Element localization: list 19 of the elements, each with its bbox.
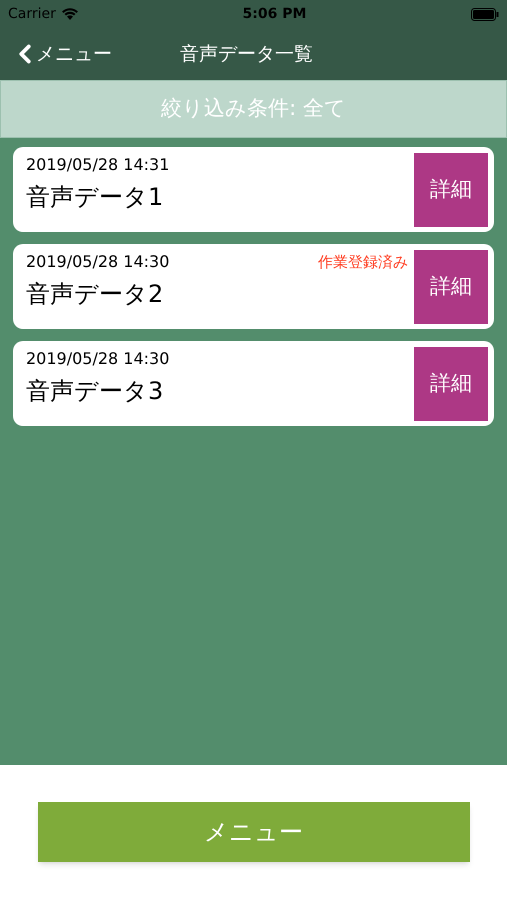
carrier-label: Carrier <box>8 4 56 24</box>
back-button[interactable]: メニュー <box>10 39 112 69</box>
list-card[interactable]: 2019/05/28 14:30 音声データ3 詳細 <box>13 341 494 426</box>
list-card[interactable]: 2019/05/28 14:31 音声データ1 詳細 <box>13 147 494 232</box>
record-date: 2019/05/28 14:31 <box>26 154 170 176</box>
record-name: 音声データ2 <box>26 279 164 310</box>
registered-status-label: 作業登録済み <box>318 252 408 273</box>
battery-icon <box>471 8 499 20</box>
screen-title: 音声データ一覧 <box>180 42 313 67</box>
record-date: 2019/05/28 14:30 <box>26 251 170 273</box>
detail-button[interactable]: 詳細 <box>414 346 488 420</box>
wifi-icon <box>62 8 78 20</box>
record-name: 音声データ1 <box>26 182 164 213</box>
clock-time: 5:06 PM <box>242 4 306 24</box>
detail-button[interactable]: 詳細 <box>414 152 488 226</box>
list-card[interactable]: 2019/05/28 14:30 作業登録済み 音声データ2 詳細 <box>13 244 494 329</box>
record-name: 音声データ3 <box>26 376 164 407</box>
detail-button[interactable]: 詳細 <box>414 250 488 324</box>
record-date: 2019/05/28 14:30 <box>26 348 170 370</box>
